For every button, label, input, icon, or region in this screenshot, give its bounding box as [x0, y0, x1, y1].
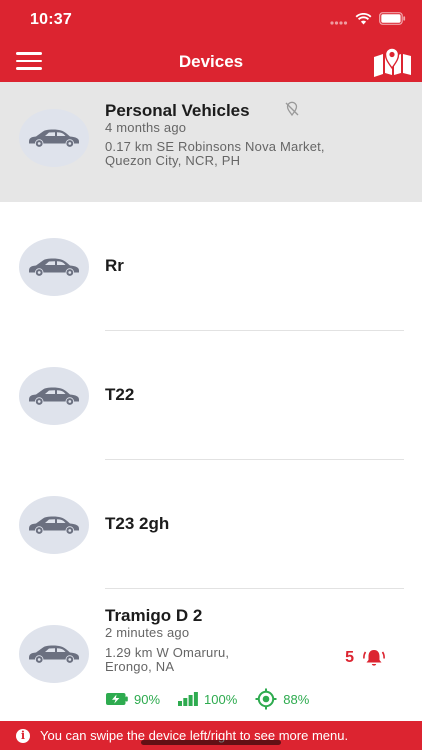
alarm-count: 5	[345, 649, 354, 666]
device-row-tramigo-d-2[interactable]: Tramigo D 2 2 minutes ago 1.29 km W Omar…	[0, 589, 422, 722]
alarm-bell-icon	[363, 650, 385, 666]
device-stats: 90% 100% 88%	[106, 688, 327, 710]
car-avatar-icon	[19, 367, 89, 425]
device-row-t22[interactable]: T22	[0, 331, 422, 460]
address-line-2: Quezon City, NCR, PH	[105, 153, 241, 168]
address-line-1: 1.29 km W Omaruru,	[105, 645, 230, 660]
info-icon: i	[16, 728, 30, 743]
device-name: T23 2gh	[105, 514, 170, 533]
status-icons	[330, 12, 406, 30]
device-row-personal-vehicles[interactable]: Personal Vehicles 4 months ago 0.17 km S…	[0, 82, 422, 202]
battery-stat: 90%	[106, 692, 160, 707]
cellular-signal-icon	[330, 12, 348, 30]
address-line-1: 0.17 km SE Robinsons Nova Market,	[105, 139, 325, 154]
last-seen: 4 months ago	[105, 120, 187, 135]
device-row-t23-2gh[interactable]: T23 2gh	[0, 460, 422, 589]
status-time: 10:37	[30, 11, 72, 28]
status-bar: 10:37	[0, 0, 422, 40]
device-name: Rr	[105, 256, 124, 275]
last-seen: 2 minutes ago	[105, 625, 190, 640]
gps-value: 88%	[283, 691, 310, 707]
gps-stat: 88%	[255, 688, 309, 710]
alarm-indicator[interactable]: 5	[345, 648, 386, 668]
signal-strength-icon	[178, 692, 198, 706]
battery-charging-icon	[106, 693, 128, 705]
home-indicator[interactable]	[141, 740, 281, 745]
wifi-icon	[355, 12, 372, 30]
device-name: T22	[105, 385, 135, 404]
page-title: Devices	[178, 52, 244, 71]
device-name: Tramigo D 2	[105, 606, 203, 625]
car-avatar-icon	[19, 496, 89, 554]
signal-stat: 100%	[178, 692, 237, 707]
gps-off-icon	[284, 101, 300, 122]
battery-icon	[379, 12, 406, 30]
map-pin-icon	[374, 47, 411, 77]
address-line-2: Erongo, NA	[105, 659, 175, 674]
car-avatar-icon	[19, 109, 89, 167]
gps-target-icon	[255, 688, 277, 710]
navigation-bar: Devices	[0, 40, 422, 82]
car-avatar-icon	[19, 238, 89, 296]
car-avatar-icon	[19, 625, 89, 683]
swipe-hint-toast: i You can swipe the device left/right to…	[0, 721, 422, 750]
battery-value: 90%	[134, 691, 161, 707]
map-view-button[interactable]	[372, 45, 412, 77]
device-list[interactable]: Personal Vehicles 4 months ago 0.17 km S…	[0, 82, 422, 722]
device-name: Personal Vehicles	[105, 101, 250, 120]
device-row-rr[interactable]: Rr	[0, 202, 422, 331]
signal-value: 100%	[204, 691, 238, 707]
